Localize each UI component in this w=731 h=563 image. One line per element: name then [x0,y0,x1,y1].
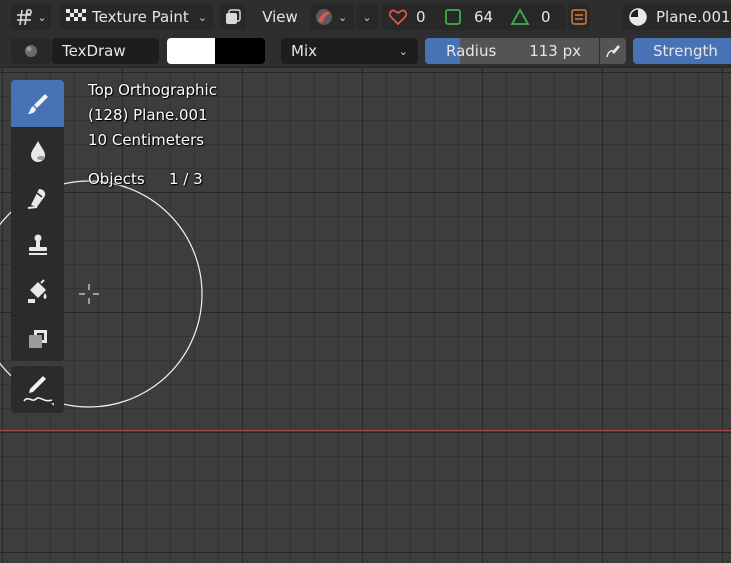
stat-triangles: 0 [541,8,551,26]
heart-icon [388,9,408,26]
tool-draw[interactable] [11,80,64,127]
crosshair-cursor-icon [79,284,99,304]
brush-preview-icon [25,45,37,57]
chevron-down-icon: ⌄ [362,10,372,24]
properties-icon [571,9,587,25]
stat-vertices: 0 [416,8,426,26]
object-info-label: (128) Plane.001 [88,106,208,124]
fill-bucket-icon [27,279,46,303]
tool-settings-header: TexDraw Mix ⌄ Radius 113 px Strength [0,34,731,68]
mode-select[interactable]: Texture Paint ⌄ [60,4,213,30]
pressure-radius-button[interactable] [600,38,626,64]
soften-icon [30,141,45,162]
strength-label: Strength [653,42,718,60]
objects-count: 1 / 3 [169,170,203,188]
blend-mode-label: Mix [291,42,317,60]
editor-type-button[interactable]: ⌄ [11,4,51,30]
view-menu-label: View [262,8,298,26]
strength-slider[interactable]: Strength [633,38,731,64]
primary-color-swatch[interactable] [167,38,215,64]
square-icon [445,9,461,25]
tool-clone[interactable] [11,221,64,268]
chevron-down-icon: ⌄ [37,10,47,24]
radius-slider[interactable]: Radius 113 px [425,38,599,64]
tool-soften[interactable] [11,127,64,174]
blend-mode-select[interactable]: Mix ⌄ [281,38,418,64]
brush-texture-select[interactable]: ⌄ [310,4,354,30]
checker-texture-icon [66,9,86,21]
annotate-icon [22,375,54,406]
draw-brush-icon [27,93,48,114]
brush-sphere-icon [316,9,332,25]
object-name: Plane.001 [656,8,731,26]
radius-value: 113 px [529,42,581,60]
tool-shelf [11,80,64,361]
brush-preview-button[interactable] [11,38,51,64]
secondary-color-swatch[interactable] [215,38,265,64]
stat-faces: 64 [474,8,494,26]
tool-smear[interactable] [11,174,64,221]
view-menu[interactable]: View [256,4,304,30]
clone-stamp-icon [28,234,47,255]
tool-fill[interactable] [11,268,64,315]
object-selector[interactable]: Plane.001 [622,4,731,30]
view-name-label: Top Orthographic [88,81,217,99]
chevron-down-icon: ⌄ [197,10,207,24]
viewport-header: ⌄ Texture Paint ⌄ View ⌄ ⌄ 0 64 0 Plane.… [0,0,731,34]
properties-toggle-button[interactable] [568,4,590,30]
tool-annotate[interactable] [11,366,64,413]
tool-mask[interactable] [11,315,64,362]
smear-icon [27,189,45,209]
mask-icon [28,330,47,348]
mode-label: Texture Paint [92,8,189,26]
stats-group[interactable]: 0 64 0 [382,4,566,30]
brush-name: TexDraw [62,42,126,60]
shading-sphere-icon [629,8,647,26]
square-overlap-icon [226,9,241,24]
brush-name-field[interactable]: TexDraw [52,38,159,64]
triangle-icon [510,8,530,25]
dropdown-button[interactable]: ⌄ [356,4,378,30]
pressure-pen-icon [606,45,620,58]
radius-label: Radius [446,42,497,60]
chevron-down-icon: ⌄ [338,10,348,24]
overlay-toggle-button[interactable] [220,4,246,30]
viewport-editor-icon [17,8,33,26]
objects-label: Objects [88,170,145,188]
chevron-down-icon: ⌄ [398,44,408,58]
scale-label: 10 Centimeters [88,131,205,149]
